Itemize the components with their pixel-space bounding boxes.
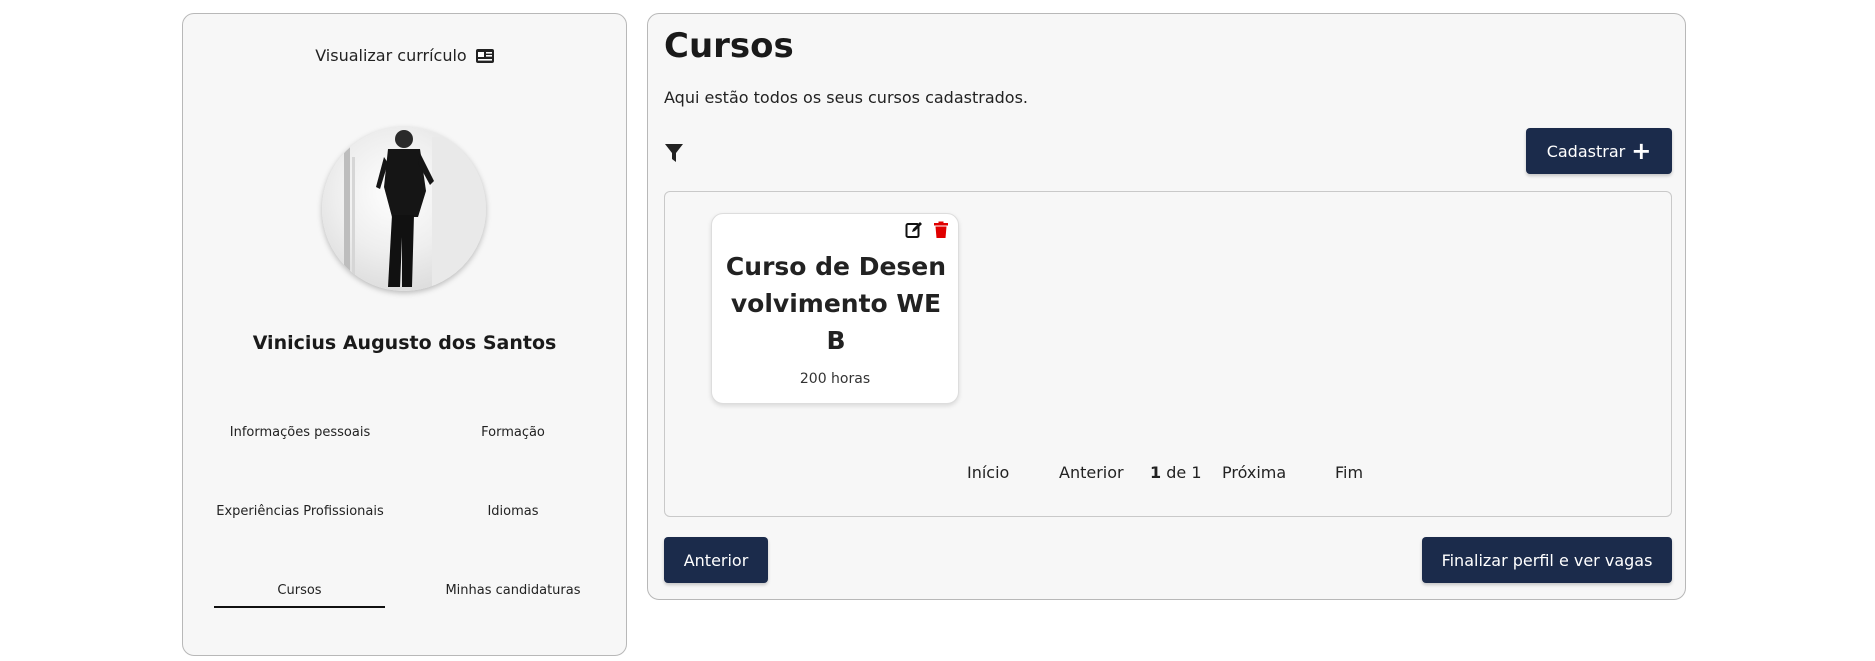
edit-icon[interactable]: [905, 221, 923, 239]
nav-item-applications[interactable]: Minhas candidaturas: [423, 583, 603, 598]
nav-item-education[interactable]: Formação: [423, 425, 603, 440]
pagination-separator: de: [1166, 463, 1187, 482]
pagination-status: 1 de 1: [1150, 463, 1202, 482]
course-title: Curso de Desenvolvimento WEB: [725, 252, 947, 355]
pagination-total: 1: [1191, 463, 1202, 482]
course-hours: 200 horas: [799, 371, 871, 387]
add-course-button[interactable]: Cadastrar +: [1526, 128, 1672, 174]
user-name: Vinicius Augusto dos Santos: [252, 332, 557, 354]
id-card-icon: [475, 49, 494, 63]
courses-panel: Cursos Aqui estão todos os seus cursos c…: [647, 13, 1686, 600]
pagination-first[interactable]: Início: [967, 463, 1009, 482]
trash-icon[interactable]: [932, 221, 950, 239]
pagination-prev[interactable]: Anterior: [1059, 463, 1124, 482]
plus-icon: +: [1631, 137, 1652, 165]
nav-item-personal-info[interactable]: Informações pessoais: [210, 425, 390, 440]
finish-profile-button[interactable]: Finalizar perfil e ver vagas: [1422, 537, 1672, 583]
nav-item-experience[interactable]: Experiências Profissionais: [210, 504, 390, 519]
profile-photo: [344, 130, 486, 291]
filter-icon[interactable]: [664, 142, 684, 164]
nav-item-languages[interactable]: Idiomas: [423, 504, 603, 519]
profile-sidebar: Visualizar currículo Vinicius Augusto do…: [182, 13, 627, 656]
pagination-current: 1: [1150, 463, 1162, 482]
back-button[interactable]: Anterior: [664, 537, 768, 583]
pagination-next[interactable]: Próxima: [1222, 463, 1286, 482]
view-resume-label[interactable]: Visualizar currículo: [315, 46, 467, 65]
add-course-label: Cadastrar: [1546, 141, 1626, 161]
course-card: Curso de Desenvolvimento WEB 200 horas: [711, 213, 959, 404]
course-card-actions: [905, 221, 950, 239]
courses-list: Curso de Desenvolvimento WEB 200 horas I…: [664, 191, 1672, 517]
avatar: [322, 127, 486, 291]
nav-item-courses[interactable]: Cursos: [214, 583, 385, 608]
page-subtitle: Aqui estão todos os seus cursos cadastra…: [664, 88, 1028, 107]
pagination-last[interactable]: Fim: [1335, 463, 1363, 482]
page-title: Cursos: [664, 26, 794, 66]
view-resume-link[interactable]: Visualizar currículo: [183, 46, 626, 65]
